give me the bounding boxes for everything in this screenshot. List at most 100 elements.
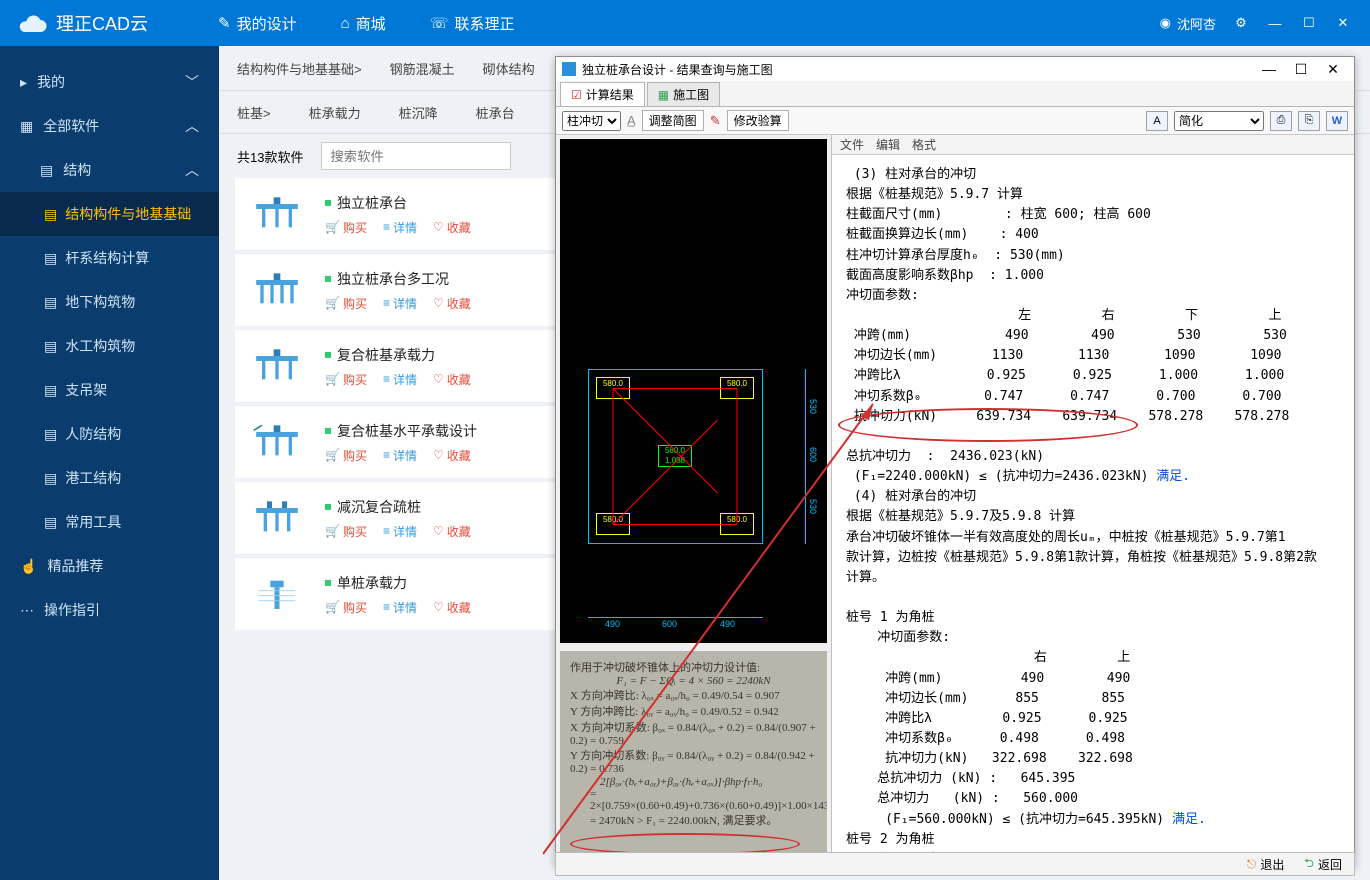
- drawing-panel: 580.0 580.0 580.0 580.0 580.0 1.088 490 …: [556, 135, 831, 865]
- word-icon[interactable]: W: [1326, 111, 1348, 131]
- settings-icon[interactable]: ⚙: [1232, 14, 1250, 32]
- dim-530: 530: [808, 399, 818, 414]
- chevron-down-icon: ﹀: [185, 72, 199, 92]
- report-text[interactable]: (3) 柱对承台的冲切 根据《桩基规范》5.9.7 计算 柱截面尺寸(mm) :…: [832, 155, 1354, 865]
- sidebar-item-frame[interactable]: ▤杆系结构计算: [0, 236, 219, 280]
- list-icon: ≡: [383, 220, 390, 234]
- modify-button[interactable]: 修改验算: [727, 110, 789, 131]
- satisfy-text: 满足.: [1156, 469, 1190, 484]
- sidebar-structure[interactable]: ▤结构︿: [0, 148, 219, 192]
- filter-settle[interactable]: 桩沉降: [399, 103, 438, 122]
- sidebar-all-software[interactable]: ▦全部软件︿: [0, 104, 219, 148]
- close-icon[interactable]: ✕: [1334, 14, 1352, 32]
- menu-file[interactable]: 文件: [840, 136, 864, 153]
- buy-button[interactable]: 🛒购买: [325, 599, 367, 616]
- status-dot: [325, 200, 331, 206]
- filter-cap[interactable]: 桩承台: [476, 103, 515, 122]
- filter-bearing[interactable]: 桩承载力: [309, 103, 361, 122]
- sidebar-item-foundation[interactable]: ▤结构构件与地基基础: [0, 192, 219, 236]
- nav-contact[interactable]: ☏联系理正: [430, 13, 515, 34]
- sheet-icon: ▦: [658, 88, 669, 102]
- heart-icon: ♡: [433, 448, 444, 462]
- calc-line: X 方向冲切系数: β₀ₓ = 0.84/(λ₀ₓ + 0.2) = 0.84/…: [570, 719, 817, 747]
- sidebar-item-underground[interactable]: ▤地下构筑物: [0, 280, 219, 324]
- app-title: 独立桩承台: [337, 193, 407, 213]
- buy-button[interactable]: 🛒购买: [325, 523, 367, 540]
- select-mode[interactable]: 柱冲切: [562, 111, 621, 131]
- status-dot: [325, 276, 331, 282]
- buy-button[interactable]: 🛒购买: [325, 219, 367, 236]
- detail-button[interactable]: ≡详情: [383, 371, 417, 388]
- heart-icon: ♡: [433, 600, 444, 614]
- cart-icon: 🛒: [325, 448, 340, 462]
- filter-pile[interactable]: 桩基>: [237, 103, 271, 122]
- sidebar-guide[interactable]: ⋯操作指引: [0, 588, 219, 632]
- calc-line: = 2470kN > F₁ = 2240.00kN, 满足要求。: [570, 812, 817, 828]
- user-menu[interactable]: ◉沈阿杏: [1160, 14, 1216, 33]
- dim-490: 490: [605, 619, 620, 629]
- buy-button[interactable]: 🛒购买: [325, 447, 367, 464]
- fav-button[interactable]: ♡收藏: [433, 295, 471, 312]
- edit-icon[interactable]: ✎: [710, 113, 721, 129]
- subwin-close[interactable]: ✕: [1318, 59, 1348, 79]
- dim-600: 600: [808, 447, 818, 462]
- adjust-button[interactable]: 调整简图: [642, 110, 704, 131]
- user-icon: ◉: [1160, 15, 1171, 31]
- buy-button[interactable]: 🛒购买: [325, 295, 367, 312]
- app-title: 复合桩基水平承载设计: [337, 421, 477, 441]
- sidebar-item-hydraulic[interactable]: ▤水工构筑物: [0, 324, 219, 368]
- nav-my-design[interactable]: ✎我的设计: [218, 13, 297, 34]
- crumb-3[interactable]: 砌体结构: [483, 59, 535, 78]
- dim-600: 600: [662, 619, 677, 629]
- doc-icon: ▤: [44, 206, 57, 223]
- calc-line: = 2×[0.759×(0.60+0.49)+0.736×(0.60+0.49)…: [570, 788, 817, 812]
- doc-icon: ▤: [44, 470, 57, 487]
- detail-button[interactable]: ≡详情: [383, 599, 417, 616]
- lang-icon[interactable]: A: [1146, 111, 1168, 131]
- maximize-icon[interactable]: ☐: [1300, 14, 1318, 32]
- back-button[interactable]: ⮌返回: [1304, 854, 1342, 875]
- sidebar-recommend[interactable]: ☝精品推荐: [0, 544, 219, 588]
- tab-drawing[interactable]: ▦施工图: [647, 82, 720, 106]
- search-input[interactable]: [321, 142, 511, 170]
- nav-store[interactable]: ⌂商城: [341, 13, 386, 34]
- doc-icon: ▤: [44, 514, 57, 531]
- shear-line: [613, 388, 737, 389]
- export2-icon[interactable]: ⎘: [1298, 111, 1320, 131]
- fav-button[interactable]: ♡收藏: [433, 447, 471, 464]
- buy-button[interactable]: 🛒购买: [325, 371, 367, 388]
- subwin-minimize[interactable]: ―: [1254, 59, 1284, 79]
- detail-button[interactable]: ≡详情: [383, 295, 417, 312]
- fav-button[interactable]: ♡收藏: [433, 523, 471, 540]
- cad-canvas[interactable]: 580.0 580.0 580.0 580.0 580.0 1.088 490 …: [560, 139, 827, 643]
- export1-icon[interactable]: ⎙: [1270, 111, 1292, 131]
- pile-icon: [252, 575, 302, 613]
- sidebar-mine[interactable]: ▸我的﹀: [0, 60, 219, 104]
- fav-button[interactable]: ♡收藏: [433, 599, 471, 616]
- subwin-tabs: ☑计算结果 ▦施工图: [556, 81, 1354, 107]
- fav-button[interactable]: ♡收藏: [433, 219, 471, 236]
- fav-button[interactable]: ♡收藏: [433, 371, 471, 388]
- minimize-icon[interactable]: ―: [1266, 14, 1284, 32]
- app-title: 复合桩基承载力: [337, 345, 435, 365]
- sidebar-item-tools[interactable]: ▤常用工具: [0, 500, 219, 544]
- wand-icon: ✎: [218, 14, 231, 32]
- menu-format[interactable]: 格式: [912, 136, 936, 153]
- pile-icon: [252, 499, 302, 537]
- subwin-maximize[interactable]: ☐: [1286, 59, 1316, 79]
- sidebar-item-port[interactable]: ▤港工结构: [0, 456, 219, 500]
- tab-result[interactable]: ☑计算结果: [560, 82, 645, 106]
- crumb-2[interactable]: 钢筋混凝土: [390, 59, 455, 78]
- menu-edit[interactable]: 编辑: [876, 136, 900, 153]
- detail-button[interactable]: ≡详情: [383, 523, 417, 540]
- detail-button[interactable]: ≡详情: [383, 447, 417, 464]
- crumb-1[interactable]: 结构构件与地基基础>: [237, 59, 362, 78]
- top-bar: 理正CAD云 ✎我的设计 ⌂商城 ☏联系理正 ◉沈阿杏 ⚙ ― ☐ ✕: [0, 0, 1370, 46]
- font-icon[interactable]: A̲: [627, 113, 636, 128]
- subwin-toolbar: 柱冲切 A̲ 调整简图 ✎ 修改验算 A 简化 ⎙ ⎘ W: [556, 107, 1354, 135]
- sidebar-item-defense[interactable]: ▤人防结构: [0, 412, 219, 456]
- exit-button[interactable]: ⎋退出: [1247, 856, 1285, 873]
- select-simplify[interactable]: 简化: [1174, 111, 1264, 131]
- detail-button[interactable]: ≡详情: [383, 219, 417, 236]
- sidebar-item-support[interactable]: ▤支吊架: [0, 368, 219, 412]
